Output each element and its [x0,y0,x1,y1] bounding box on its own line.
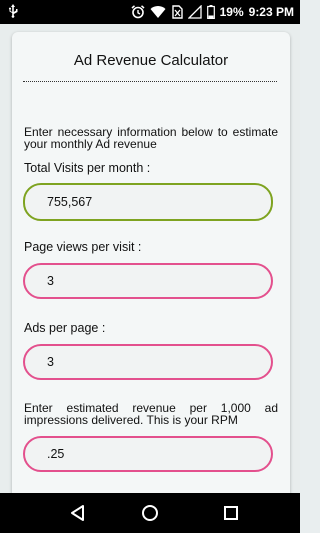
title-divider [23,81,277,82]
page-views-label: Page views per visit : [24,240,142,254]
no-sim-icon [171,5,183,19]
usb-icon [8,4,18,21]
back-icon[interactable] [68,503,88,523]
home-icon[interactable] [140,503,160,523]
ads-per-page-label: Ads per page : [24,321,106,335]
total-visits-input[interactable] [47,185,247,219]
rpm-input[interactable] [47,438,247,470]
recents-icon[interactable] [221,503,241,523]
calculator-card: Ad Revenue Calculator Enter necessary in… [12,32,290,502]
page-views-input[interactable] [47,265,247,297]
wifi-icon [150,5,166,19]
navigation-bar [0,493,300,533]
battery-percent: 19% [219,5,244,19]
rpm-label: Enter estimated revenue per 1,000 ad imp… [24,401,278,427]
status-bar: 19% 9:23 PM [0,0,300,24]
ads-per-page-input[interactable] [47,346,247,378]
intro-text: Enter necessary information below to est… [24,125,278,151]
page-title: Ad Revenue Calculator [73,52,229,69]
total-visits-field[interactable] [23,183,273,221]
rpm-field[interactable] [23,436,273,472]
total-visits-label: Total Visits per month : [24,161,151,175]
signal-icon [187,5,202,19]
battery-icon [206,5,215,19]
page-views-field[interactable] [23,263,273,299]
alarm-icon [131,5,145,19]
ads-per-page-field[interactable] [23,344,273,380]
clock: 9:23 PM [248,5,294,19]
